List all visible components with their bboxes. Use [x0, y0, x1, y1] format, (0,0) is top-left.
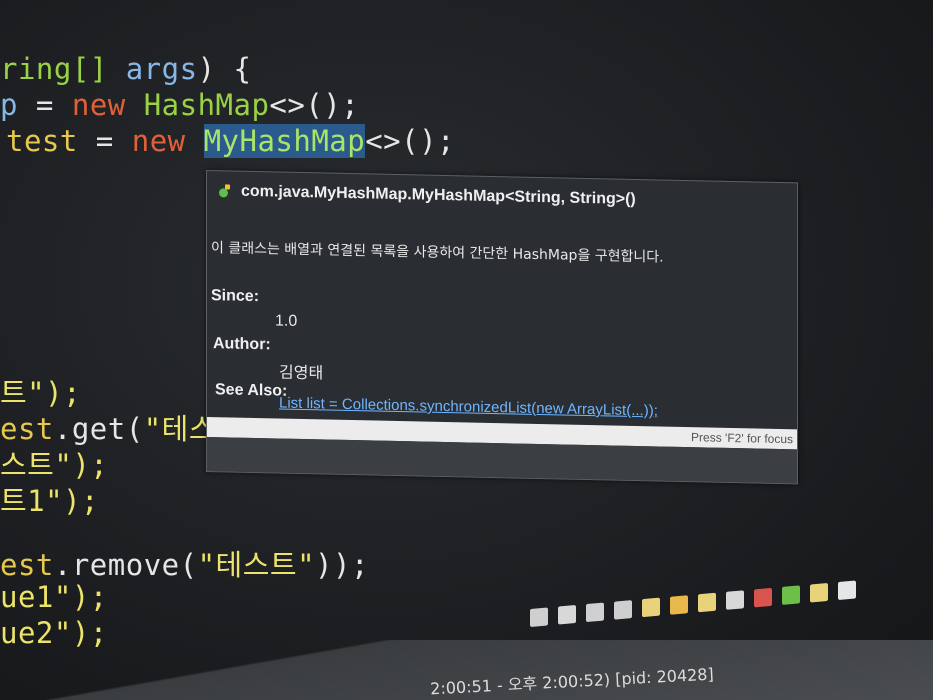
code-token: <>();: [269, 88, 360, 122]
stop-icon[interactable]: [558, 604, 576, 625]
code-line[interactable]: p = new HashMap<>();: [0, 88, 359, 122]
code-token: =: [77, 124, 132, 158]
code-token: new: [71, 88, 144, 122]
doc-icon[interactable]: [726, 590, 744, 610]
class-description: 이 클래스는 배열과 연결된 목록을 사용하여 간단한 HashMap을 구현합…: [211, 240, 664, 266]
code-token: ));: [315, 548, 369, 582]
code-token: HashMap: [143, 88, 270, 122]
doc-icon[interactable]: [838, 580, 856, 601]
code-token: 트");: [0, 376, 82, 410]
code-token: new: [131, 124, 204, 158]
method-signature: com.java.MyHashMap.MyHashMap<String, Str…: [241, 182, 636, 209]
code-token: .remove(: [53, 548, 198, 582]
code-token: =: [17, 88, 72, 122]
code-token: test: [6, 124, 78, 158]
code-token: "테스트": [197, 548, 316, 582]
code-token: 트1");: [0, 484, 100, 518]
code-token: ) {: [197, 52, 252, 86]
code-token: args: [125, 52, 198, 86]
code-token: est: [0, 548, 54, 582]
since-label: Since:: [211, 287, 260, 306]
author-value: 김영태: [279, 364, 324, 383]
since-value: 1.0: [275, 312, 298, 330]
doc-icon[interactable]: [754, 587, 772, 608]
code-line[interactable]: test = new MyHashMap<>();: [6, 124, 455, 158]
doc-icon[interactable]: [642, 597, 660, 618]
code-line[interactable]: ring[] args) {: [0, 52, 251, 86]
doc-icon[interactable]: [782, 585, 800, 605]
doc-icon[interactable]: [670, 595, 688, 615]
code-line[interactable]: 트1");: [0, 478, 99, 520]
javadoc-tooltip[interactable]: com.java.MyHashMap.MyHashMap<String, Str…: [206, 170, 798, 485]
close-all-icon[interactable]: [614, 600, 632, 620]
doc-icon[interactable]: [698, 592, 716, 613]
see-also-link[interactable]: List list = Collections.synchronizedList…: [279, 395, 658, 420]
tooltip-header: com.java.MyHashMap.MyHashMap<String, Str…: [217, 177, 636, 214]
sync-icon[interactable]: [530, 607, 548, 627]
constructor-icon: [217, 184, 231, 198]
author-label: Author:: [213, 335, 271, 354]
code-token: ring[]: [0, 52, 126, 86]
see-also-label: See Also:: [215, 381, 288, 400]
code-token: 스트");: [0, 448, 109, 482]
selected-identifier: MyHashMap: [203, 124, 366, 158]
close-icon[interactable]: [586, 602, 604, 623]
code-token: <>();: [365, 124, 456, 158]
code-token: est: [0, 412, 54, 446]
code-token: p: [0, 88, 18, 122]
doc-icon[interactable]: [810, 582, 828, 603]
code-line[interactable]: ue1");: [0, 580, 108, 614]
code-token: .get(: [53, 412, 144, 446]
code-line[interactable]: est.remove("테스트"));: [0, 542, 369, 584]
code-token: ue1");: [0, 580, 108, 614]
